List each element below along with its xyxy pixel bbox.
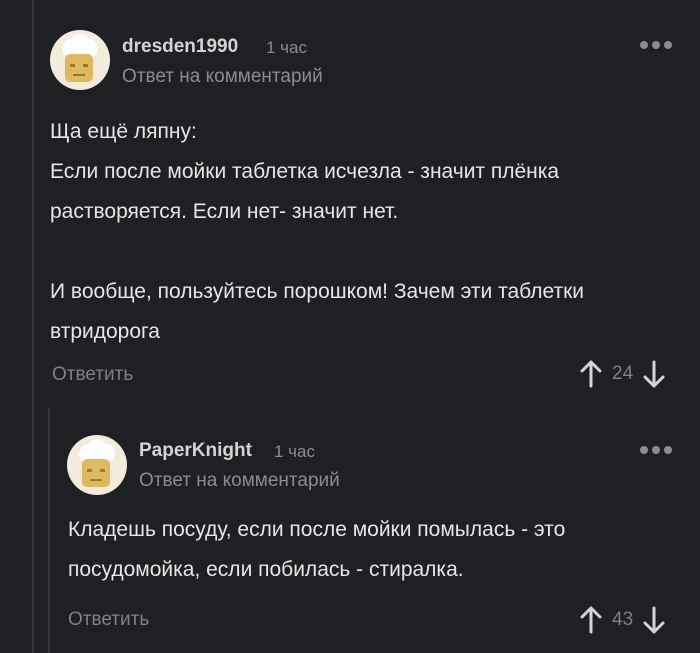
- reply-to-link[interactable]: Ответ на комментарий: [139, 470, 340, 492]
- comment-reply: PaperKnight 1 час Ответ на комментарий К…: [0, 400, 700, 653]
- more-dots-icon[interactable]: [640, 446, 672, 454]
- vote-controls: 24: [580, 360, 665, 388]
- vote-controls: 43: [580, 606, 665, 634]
- reply-button[interactable]: Ответить: [68, 609, 149, 631]
- rating-count: 43: [612, 609, 634, 630]
- arrow-down-icon[interactable]: [643, 360, 665, 388]
- avatar-image: [62, 34, 98, 82]
- arrow-up-icon[interactable]: [580, 360, 602, 388]
- comment-time: 1 час: [274, 442, 315, 461]
- avatar[interactable]: [50, 30, 110, 90]
- comment: dresden1990 1 час Ответ на комментарий Щ…: [0, 0, 700, 400]
- reply-to-link[interactable]: Ответ на комментарий: [122, 66, 323, 88]
- arrow-down-icon[interactable]: [643, 606, 665, 634]
- comment-text: Ща ещё ляпну: Если после мойки таблетка …: [50, 120, 584, 343]
- more-dots-icon[interactable]: [640, 41, 672, 49]
- comment-time: 1 час: [266, 38, 307, 57]
- reply-button[interactable]: Ответить: [52, 364, 133, 386]
- avatar[interactable]: [67, 435, 127, 495]
- avatar-image: [79, 439, 115, 487]
- rating-count: 24: [612, 363, 634, 384]
- arrow-up-icon[interactable]: [580, 606, 602, 634]
- comment-text: Кладешь посуду, если после мойки помылас…: [68, 518, 566, 581]
- username[interactable]: PaperKnight: [139, 440, 252, 462]
- username[interactable]: dresden1990: [122, 36, 238, 58]
